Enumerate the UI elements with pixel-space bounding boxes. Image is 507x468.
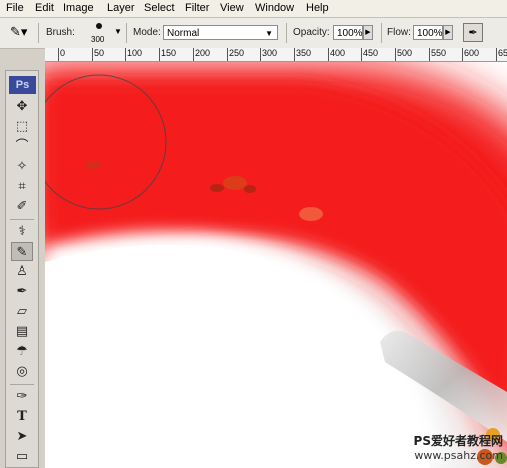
ruler-tick (260, 48, 261, 61)
menu-select[interactable]: Select (144, 2, 175, 14)
petal (244, 185, 256, 193)
divider (10, 384, 34, 385)
shape-tool-icon[interactable]: ▭ (11, 447, 33, 466)
mode-select[interactable]: Normal ▼ (163, 25, 278, 40)
lasso-tool-icon[interactable]: ⌒ (11, 137, 33, 156)
brush-tool-icon[interactable]: ✎ (11, 242, 33, 261)
ruler-label: 450 (363, 48, 379, 58)
pen-tool-icon[interactable]: ✑ (11, 387, 33, 406)
menu-image[interactable]: Image (63, 2, 94, 14)
brush-label: Brush: (46, 27, 75, 38)
menu-help[interactable]: Help (306, 2, 329, 14)
petal (85, 161, 101, 169)
history-brush-tool-icon[interactable]: ✒ (11, 282, 33, 301)
options-bar: ✎▾ Brush: 300 ▼ Mode: Normal ▼ Opacity: … (0, 18, 507, 49)
type-tool-icon[interactable]: T (11, 407, 33, 426)
eraser-tool-icon[interactable]: ▱ (11, 302, 33, 321)
opacity-label: Opacity: (293, 27, 330, 38)
ruler-label: 550 (431, 48, 447, 58)
brush-tool-preset-icon[interactable]: ✎▾ (10, 25, 32, 41)
ruler-label: 650 (498, 48, 507, 58)
ruler-label: 250 (229, 48, 245, 58)
ruler-label: 50 (94, 48, 105, 58)
ruler-label: 100 (127, 48, 143, 58)
flow-slider-arrow-icon[interactable]: ▶ (443, 25, 453, 40)
magic-wand-tool-icon[interactable]: ✧ (11, 157, 33, 176)
divider (10, 219, 34, 220)
gradient-tool-icon[interactable]: ▤ (11, 322, 33, 341)
ruler-label: 200 (195, 48, 211, 58)
ruler-tick (496, 48, 497, 61)
menu-window[interactable]: Window (255, 2, 294, 14)
watermark-title: PS爱好者教程网 (413, 434, 503, 448)
document-canvas[interactable] (45, 62, 507, 468)
menu-filter[interactable]: Filter (185, 2, 209, 14)
flow-input[interactable]: 100% (413, 25, 443, 40)
petal (210, 184, 224, 192)
airbrush-toggle-icon[interactable]: ✒ (463, 23, 483, 42)
flow-label: Flow: (387, 27, 411, 38)
ruler-label: 300 (262, 48, 278, 58)
toolbox: Ps ✥ ⬚ ⌒ ✧ ⌗ ✐ ⚕ ✎ ♙ ✒ ▱ ▤ ☂ ◎ ✑ T ➤ ▭ (5, 70, 39, 468)
horizontal-ruler: 0501001502002503003504004505005506006507… (56, 48, 507, 62)
ruler-tick (395, 48, 396, 61)
divider (381, 23, 382, 43)
opacity-input[interactable]: 100% (333, 25, 363, 40)
divider (38, 23, 39, 43)
ruler-label: 0 (60, 48, 66, 58)
ruler-tick (361, 48, 362, 61)
ruler-tick (92, 48, 93, 61)
menu-view[interactable]: View (220, 2, 244, 14)
brush-size-value: 300 (91, 35, 105, 44)
marquee-tool-icon[interactable]: ⬚ (11, 117, 33, 136)
ruler-tick (58, 48, 59, 61)
brush-picker-chevron-icon[interactable]: ▼ (114, 27, 122, 36)
path-selection-tool-icon[interactable]: ➤ (11, 427, 33, 446)
menu-edit[interactable]: Edit (35, 2, 54, 14)
brush-preview-icon[interactable] (96, 23, 102, 29)
ps-logo[interactable]: Ps (9, 76, 36, 94)
blur-tool-icon[interactable]: ☂ (11, 342, 33, 361)
ruler-label: 350 (296, 48, 312, 58)
menu-layer[interactable]: Layer (107, 2, 135, 14)
eyedropper-tool-icon[interactable]: ✐ (11, 197, 33, 216)
divider (286, 23, 287, 43)
ruler-tick (193, 48, 194, 61)
ruler-label: 150 (161, 48, 177, 58)
ruler-tick (462, 48, 463, 61)
ruler-tick (429, 48, 430, 61)
divider (126, 23, 127, 43)
ruler-corner (45, 48, 56, 62)
move-tool-icon[interactable]: ✥ (11, 97, 33, 116)
clone-stamp-tool-icon[interactable]: ♙ (11, 262, 33, 281)
ruler-tick (125, 48, 126, 61)
ruler-tick (328, 48, 329, 61)
ruler-label: 500 (397, 48, 413, 58)
ruler-tick (159, 48, 160, 61)
mode-label: Mode: (133, 27, 161, 38)
menu-bar: File Edit Image Layer Select Filter View… (0, 0, 507, 18)
ruler-label: 600 (464, 48, 480, 58)
petal (223, 176, 247, 190)
opacity-slider-arrow-icon[interactable]: ▶ (363, 25, 373, 40)
chevron-down-icon: ▼ (265, 29, 273, 38)
ruler-tick (294, 48, 295, 61)
petal (299, 207, 323, 221)
crop-tool-icon[interactable]: ⌗ (11, 177, 33, 196)
healing-brush-tool-icon[interactable]: ⚕ (11, 222, 33, 241)
ruler-label: 400 (330, 48, 346, 58)
watermark-url: www.psahz.com (414, 449, 503, 462)
menu-file[interactable]: File (6, 2, 24, 14)
ruler-tick (227, 48, 228, 61)
watermark: PS爱好者教程网 www.psahz.com (373, 432, 503, 462)
canvas-artwork (45, 62, 507, 468)
mode-value: Normal (167, 28, 200, 39)
dodge-tool-icon[interactable]: ◎ (11, 362, 33, 381)
